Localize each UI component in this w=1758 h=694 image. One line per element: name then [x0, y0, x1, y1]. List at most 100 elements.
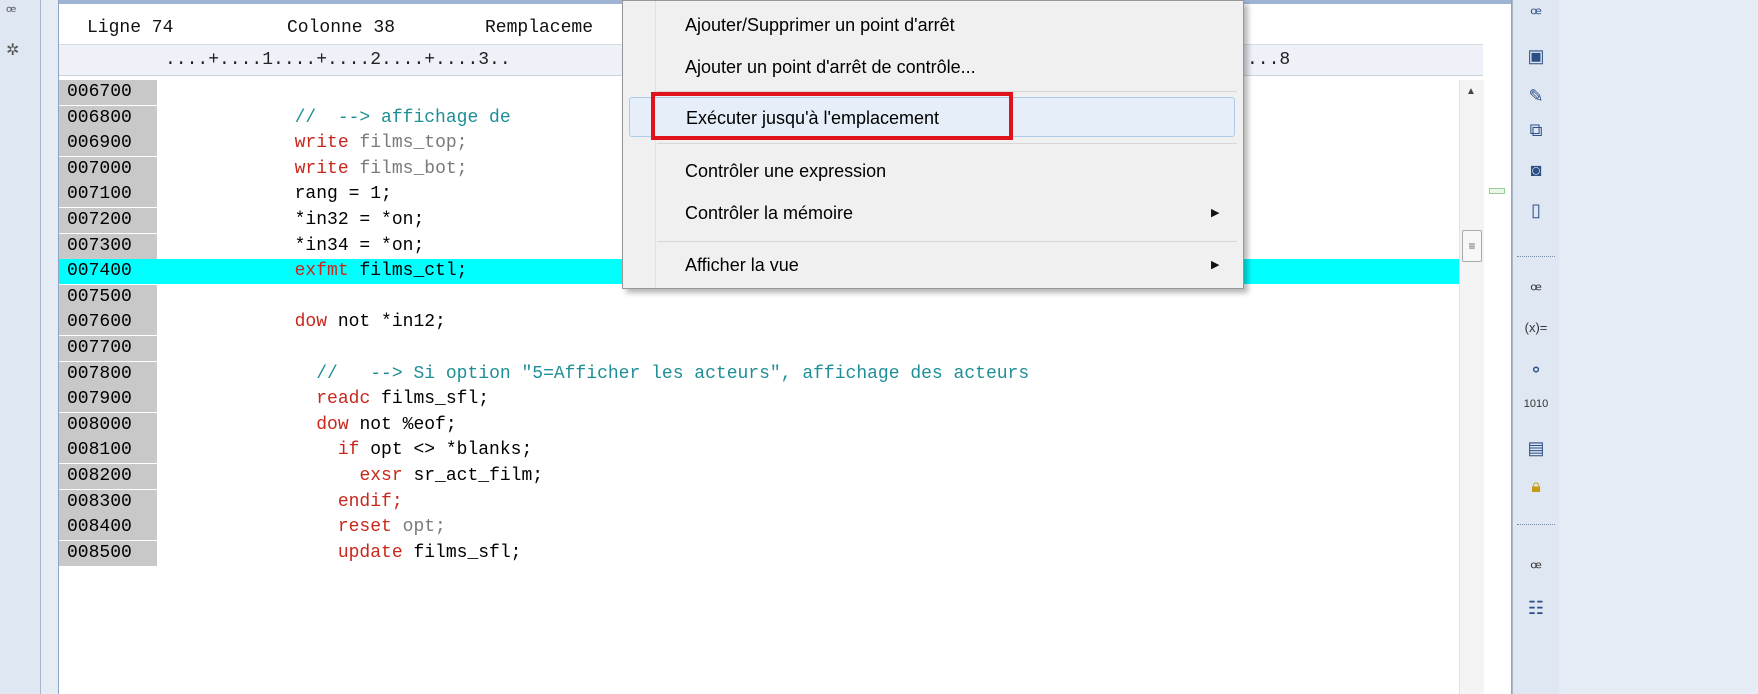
line-number[interactable]: 007700	[59, 336, 157, 361]
code-text: // --> affichage de	[165, 106, 511, 131]
menu-item-label: Ajouter un point d'arrêt de contrôle...	[685, 57, 976, 77]
line-number[interactable]: 007300	[59, 233, 157, 259]
menu-item-monitor-memory[interactable]: Contrôler la mémoire ▶	[623, 193, 1243, 233]
menu-separator	[657, 241, 1237, 242]
breakpoints-icon[interactable]: ⚬	[1521, 356, 1551, 384]
code-text: *in32 = *on;	[165, 208, 425, 233]
menu-item-watch-expression[interactable]: Contrôler une expression	[623, 151, 1243, 191]
line-number[interactable]: 008000	[59, 412, 157, 438]
code-token: films_sfl;	[402, 542, 522, 563]
keyword-token: write	[294, 133, 349, 154]
monitor-icon[interactable]: ▣	[1521, 42, 1551, 70]
line-number[interactable]: 007800	[59, 361, 157, 387]
line-number[interactable]: 008400	[59, 515, 157, 541]
line-number[interactable]: 007600	[59, 310, 157, 336]
annotation-highlight-box	[651, 92, 1013, 140]
keyword-token: exfmt	[294, 261, 349, 282]
keyword-token: if	[337, 440, 360, 461]
code-token: not *in12;	[327, 312, 446, 333]
code-text: reset opt;	[165, 515, 446, 540]
line-number[interactable]: 007400	[59, 259, 157, 285]
menu-item-label: Afficher la vue	[685, 255, 799, 275]
line-number[interactable]: 007900	[59, 387, 157, 413]
code-line[interactable]: 007800 // --> Si option "5=Afficher les …	[59, 361, 1459, 387]
line-number[interactable]: 008300	[59, 489, 157, 515]
line-number[interactable]: 007200	[59, 208, 157, 233]
code-line[interactable]: 008200 exsr sr_act_film;	[59, 464, 1459, 489]
line-number[interactable]: 007500	[59, 284, 157, 310]
restore-icon[interactable]: ꟹ	[1521, 0, 1551, 28]
line-number[interactable]: 006700	[59, 80, 157, 105]
variables-icon[interactable]: (x)=	[1521, 314, 1551, 342]
edit-sheet-icon[interactable]: ✎	[1521, 82, 1551, 110]
menu-item-label: Contrôler la mémoire	[685, 203, 854, 223]
keyword-token: write	[294, 158, 349, 179]
restore-icon[interactable]: ꟹ	[1521, 276, 1551, 304]
debug-monitor-icon[interactable]: ◙	[1521, 156, 1551, 184]
code-text: dow not %eof;	[165, 413, 456, 438]
menu-separator	[657, 143, 1237, 144]
menu-item-label: Contrôler une expression	[685, 161, 887, 181]
restore-icon[interactable]: ꟹ	[6, 2, 16, 22]
scroll-up-arrow-icon[interactable]: ▲	[1466, 86, 1476, 97]
keyword-token: exsr	[359, 466, 403, 486]
code-line[interactable]: 007600 dow not *in12;	[59, 310, 1459, 336]
code-text: update films_sfl;	[165, 541, 522, 566]
keyword-token: dow	[294, 312, 328, 333]
overview-ruler-mark[interactable]	[1489, 188, 1505, 194]
code-token: films_ctl;	[348, 261, 468, 282]
window-list-icon[interactable]: ⧉	[1521, 116, 1551, 144]
code-token: opt;	[402, 517, 446, 538]
code-token: films_bot;	[359, 158, 468, 179]
code-token: rang = 1;	[165, 184, 392, 205]
line-number[interactable]: 008500	[59, 540, 157, 566]
code-line[interactable]: 007900 readc films_sfl;	[59, 387, 1459, 413]
code-line[interactable]: 008100 if opt <> *blanks;	[59, 438, 1459, 464]
context-menu: Ajouter/Supprimer un point d'arrêt Ajout…	[622, 0, 1244, 289]
line-number[interactable]: 006800	[59, 105, 157, 131]
code-line[interactable]: 008400 reset opt;	[59, 515, 1459, 541]
line-number[interactable]: 007000	[59, 156, 157, 182]
code-line[interactable]: 008300 endif;	[59, 489, 1459, 515]
menu-item-show-view[interactable]: Afficher la vue ▶	[623, 245, 1243, 285]
menu-item-add-watchpoint[interactable]: Ajouter un point d'arrêt de contrôle...	[623, 47, 1243, 87]
memory-icon[interactable]: 1010	[1521, 394, 1551, 426]
comment-token: // --> affichage de	[294, 107, 511, 128]
keyword-token: dow	[316, 414, 349, 435]
line-number[interactable]: 006900	[59, 131, 157, 157]
lock-icon[interactable]: 🔒︎	[1521, 472, 1551, 500]
expressions-icon[interactable]: ▤	[1521, 434, 1551, 462]
submenu-arrow-icon: ▶	[1211, 207, 1220, 219]
ruler-text-end: ...8	[1247, 50, 1291, 70]
code-line[interactable]: 008000 dow not %eof;	[59, 412, 1459, 438]
code-token: films_sfl;	[370, 389, 490, 410]
scroll-thumb[interactable]: ≡	[1462, 230, 1482, 262]
line-number[interactable]: 008100	[59, 438, 157, 464]
line-number[interactable]: 008200	[59, 464, 157, 489]
outline-icon[interactable]: ☷	[1521, 594, 1551, 622]
code-text: if opt <> *blanks;	[165, 438, 532, 463]
vertical-scrollbar[interactable]: ▲ ≡	[1459, 80, 1484, 694]
code-text: exfmt films_ctl;	[165, 259, 468, 284]
toolbar-separator	[1517, 524, 1555, 525]
code-text: exsr sr_act_film;	[165, 464, 543, 489]
menu-item-toggle-breakpoint[interactable]: Ajouter/Supprimer un point d'arrêt	[623, 5, 1243, 45]
debug-icon[interactable]: ✲	[6, 40, 19, 60]
code-line[interactable]: 008500 update films_sfl;	[59, 540, 1459, 566]
line-indicator: Ligne 74	[87, 18, 174, 38]
line-number[interactable]: 007100	[59, 182, 157, 208]
database-icon[interactable]: ▯	[1521, 196, 1551, 224]
restore-icon[interactable]: ꟹ	[1521, 554, 1551, 582]
code-line[interactable]: 007700	[59, 336, 1459, 361]
